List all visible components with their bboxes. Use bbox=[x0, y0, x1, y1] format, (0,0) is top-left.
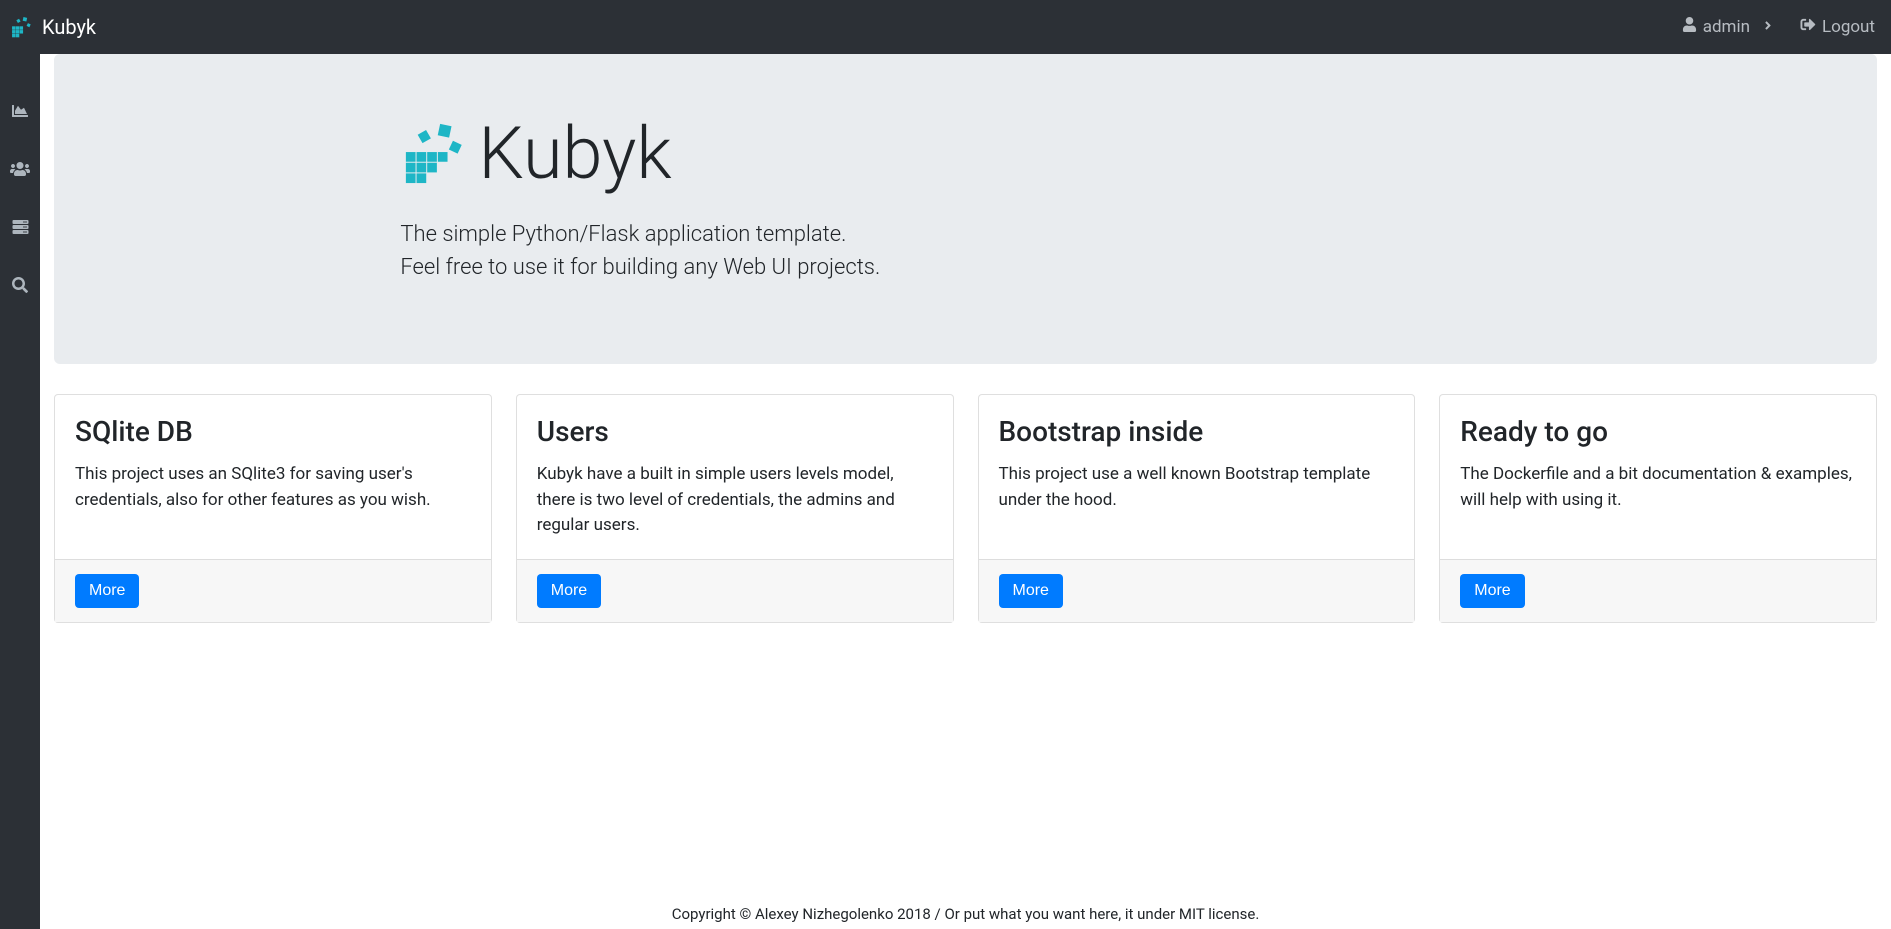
main-content: Kubyk The simple Python/Flask applicatio… bbox=[40, 54, 1891, 929]
users-icon bbox=[10, 161, 30, 181]
card-readytogo: Ready to go The Dockerfile and a bit doc… bbox=[1439, 394, 1877, 623]
user-icon bbox=[1682, 17, 1697, 37]
username: admin bbox=[1703, 17, 1750, 37]
cards-row: SQlite DB This project uses an SQlite3 f… bbox=[54, 394, 1877, 623]
jumbotron-subtitle-1: The simple Python/Flask application temp… bbox=[400, 218, 1360, 251]
logout-icon bbox=[1800, 17, 1816, 37]
card-bootstrap: Bootstrap inside This project use a well… bbox=[978, 394, 1416, 623]
sidebar-item-users[interactable] bbox=[0, 142, 40, 200]
card-title: Ready to go bbox=[1460, 415, 1856, 448]
sidebar-item-servers[interactable] bbox=[0, 200, 40, 258]
brand-logo-icon bbox=[10, 16, 32, 38]
card-title: SQlite DB bbox=[75, 415, 471, 448]
sidebar-item-dashboard[interactable] bbox=[0, 84, 40, 142]
more-button[interactable]: More bbox=[999, 574, 1063, 608]
card-users: Users Kubyk have a built in simple users… bbox=[516, 394, 954, 623]
brand-text: Kubyk bbox=[42, 15, 96, 39]
more-button[interactable]: More bbox=[537, 574, 601, 608]
card-title: Users bbox=[537, 415, 933, 448]
card-text: The Dockerfile and a bit documentation &… bbox=[1460, 462, 1856, 513]
card-text: This project use a well known Bootstrap … bbox=[999, 462, 1395, 513]
more-button[interactable]: More bbox=[75, 574, 139, 608]
sidebar bbox=[0, 54, 40, 929]
jumbotron-title: Kubyk bbox=[478, 118, 671, 190]
jumbotron-subtitle-2: Feel free to use it for building any Web… bbox=[400, 251, 1360, 284]
search-icon bbox=[12, 277, 28, 297]
jumbo-logo-icon bbox=[400, 123, 466, 185]
footer: Copyright © Alexey Nizhegolenko 2018 / O… bbox=[54, 891, 1877, 929]
footer-text: Copyright © Alexey Nizhegolenko 2018 / O… bbox=[672, 905, 1260, 923]
more-button[interactable]: More bbox=[1460, 574, 1524, 608]
chart-area-icon bbox=[11, 103, 29, 123]
navbar: Kubyk admin Logout bbox=[0, 0, 1891, 54]
jumbotron: Kubyk The simple Python/Flask applicatio… bbox=[54, 54, 1877, 364]
logout-link[interactable]: Logout bbox=[1800, 17, 1875, 37]
card-text: Kubyk have a built in simple users level… bbox=[537, 462, 933, 539]
card-sqlite: SQlite DB This project uses an SQlite3 f… bbox=[54, 394, 492, 623]
logout-label: Logout bbox=[1822, 17, 1875, 37]
server-icon bbox=[12, 219, 29, 239]
brand-link[interactable]: Kubyk bbox=[10, 15, 96, 39]
user-menu[interactable]: admin bbox=[1682, 17, 1772, 37]
sidebar-item-search[interactable] bbox=[0, 258, 40, 316]
card-text: This project uses an SQlite3 for saving … bbox=[75, 462, 471, 513]
card-title: Bootstrap inside bbox=[999, 415, 1395, 448]
chevron-right-icon bbox=[1764, 17, 1772, 37]
navbar-right: admin Logout bbox=[1682, 17, 1875, 37]
